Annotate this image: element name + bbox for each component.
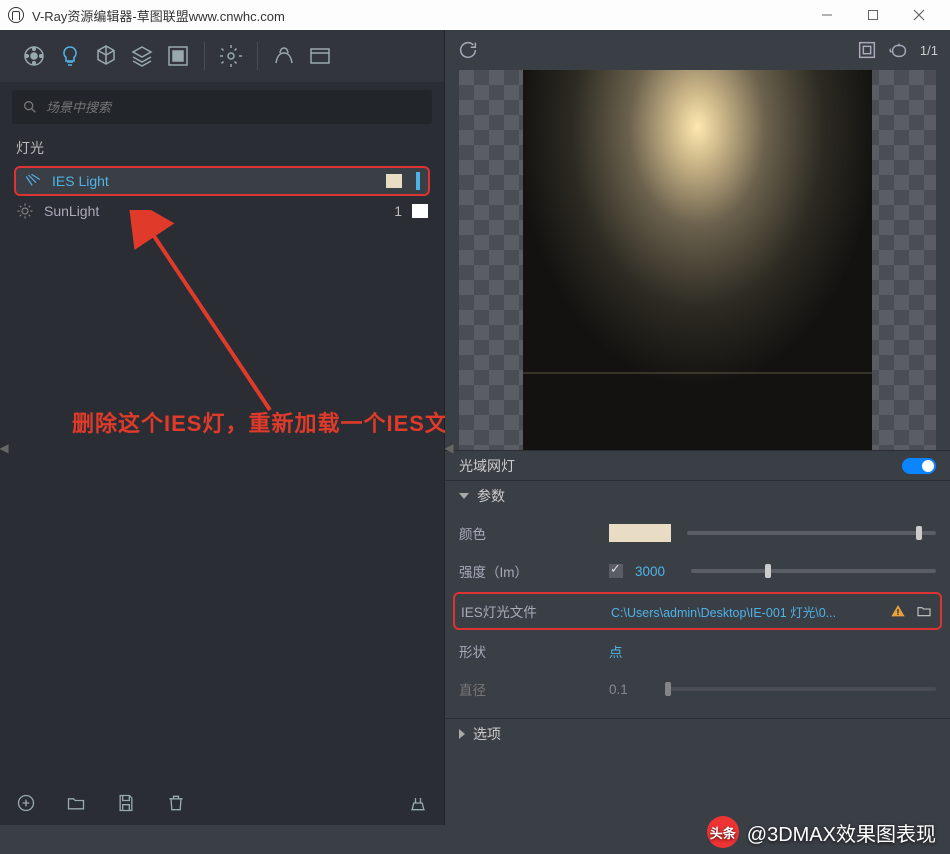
- diameter-slider: [665, 687, 936, 691]
- chevron-right-icon: [459, 729, 465, 739]
- titlebar: V-Ray资源编辑器-草图联盟www.cnwhc.com: [0, 0, 950, 30]
- row-diameter: 直径 0.1: [459, 670, 936, 708]
- row-color: 颜色: [459, 514, 936, 552]
- row-intensity: 强度（Im） 3000: [459, 552, 936, 590]
- materials-icon[interactable]: [18, 40, 50, 72]
- minimize-button[interactable]: [804, 0, 850, 30]
- properties: 颜色 强度（Im） 3000 IES灯光文件 C:\Users\admin\De…: [445, 510, 950, 718]
- shape-value[interactable]: 点: [609, 641, 665, 661]
- search-bar[interactable]: [12, 90, 432, 124]
- right-panel: ◀ 1/1 光域网灯 参数 颜色 强度（Im）: [445, 30, 950, 825]
- left-bottom-toolbar: [0, 785, 444, 825]
- layers-icon[interactable]: [126, 40, 158, 72]
- list-item[interactable]: SunLight 1: [8, 196, 436, 226]
- intensity-checkbox[interactable]: [609, 564, 623, 578]
- section-label: 选项: [473, 724, 501, 744]
- list-item[interactable]: IES Light: [14, 166, 430, 196]
- window-title: V-Ray资源编辑器-草图联盟www.cnwhc.com: [32, 6, 285, 25]
- frame-buffer-icon[interactable]: [304, 40, 336, 72]
- browse-folder-icon[interactable]: [914, 603, 934, 619]
- light-count: 1: [382, 203, 402, 219]
- label-color: 颜色: [459, 523, 609, 543]
- close-button[interactable]: [896, 0, 942, 30]
- geometry-icon[interactable]: [90, 40, 122, 72]
- label-shape: 形状: [459, 641, 609, 661]
- left-toolbar: [0, 30, 444, 82]
- color-slider[interactable]: [687, 531, 936, 535]
- collapse-handle[interactable]: ◀: [0, 428, 8, 468]
- vray-logo-icon: [8, 7, 24, 23]
- watermark: 头条 @3DMAX效果图表现: [707, 816, 936, 848]
- watermark-badge: 头条: [707, 816, 739, 848]
- annotation-text: 删除这个IES灯，重新加载一个IES文件: [72, 406, 471, 438]
- viewport-icon[interactable]: [856, 39, 878, 61]
- color-picker[interactable]: [609, 524, 671, 542]
- lights-icon[interactable]: [54, 40, 86, 72]
- fraction-label: 1/1: [920, 43, 938, 58]
- intensity-value[interactable]: 3000: [635, 564, 691, 579]
- watermark-text: @3DMAX效果图表现: [747, 818, 936, 847]
- row-shape: 形状 点: [459, 632, 936, 670]
- render-preview: [523, 70, 872, 450]
- diameter-value: 0.1: [609, 682, 665, 697]
- label-iesfile: IES灯光文件: [461, 601, 611, 621]
- selection-indicator: [416, 172, 420, 190]
- teapot-icon[interactable]: [888, 39, 910, 61]
- preview-viewport[interactable]: [459, 70, 936, 450]
- add-icon[interactable]: [16, 793, 36, 818]
- iesfile-path[interactable]: C:\Users\admin\Desktop\IE-001 灯光\0...: [611, 602, 882, 621]
- ies-light-icon: [24, 172, 42, 190]
- save-icon[interactable]: [116, 793, 136, 818]
- lights-list: IES Light SunLight 1: [0, 166, 444, 226]
- right-toolbar: 1/1: [445, 30, 950, 70]
- settings-icon[interactable]: [215, 40, 247, 72]
- refresh-icon[interactable]: [457, 39, 479, 61]
- section-options[interactable]: 选项: [445, 718, 950, 748]
- label-diameter: 直径: [459, 679, 609, 699]
- chevron-down-icon: [459, 493, 469, 499]
- annotation-arrow: [120, 210, 320, 430]
- warning-icon: [890, 603, 906, 619]
- search-input[interactable]: [46, 100, 422, 115]
- color-swatch[interactable]: [412, 204, 428, 218]
- delete-icon[interactable]: [166, 793, 186, 818]
- light-name: IES Light: [52, 173, 346, 189]
- left-panel: 灯光 IES Light SunLight 1 删除这个IES灯，重新加载一个I…: [0, 30, 445, 825]
- intensity-slider[interactable]: [691, 569, 936, 573]
- panel-header[interactable]: 光域网灯: [445, 450, 950, 480]
- textures-icon[interactable]: [162, 40, 194, 72]
- section-lights: 灯光: [0, 130, 444, 166]
- search-icon: [22, 99, 38, 115]
- maximize-button[interactable]: [850, 0, 896, 30]
- enable-toggle[interactable]: [902, 458, 936, 474]
- panel-title: 光域网灯: [459, 456, 515, 476]
- section-label: 参数: [477, 486, 505, 506]
- light-name: SunLight: [44, 203, 372, 219]
- label-intensity: 强度（Im）: [459, 561, 609, 581]
- color-swatch[interactable]: [386, 174, 402, 188]
- section-params[interactable]: 参数: [445, 480, 950, 510]
- purge-icon[interactable]: [408, 793, 428, 818]
- folder-icon[interactable]: [66, 793, 86, 818]
- render-icon[interactable]: [268, 40, 300, 72]
- row-iesfile: IES灯光文件 C:\Users\admin\Desktop\IE-001 灯光…: [453, 592, 942, 630]
- collapse-handle-right[interactable]: ◀: [445, 428, 453, 468]
- sun-light-icon: [16, 202, 34, 220]
